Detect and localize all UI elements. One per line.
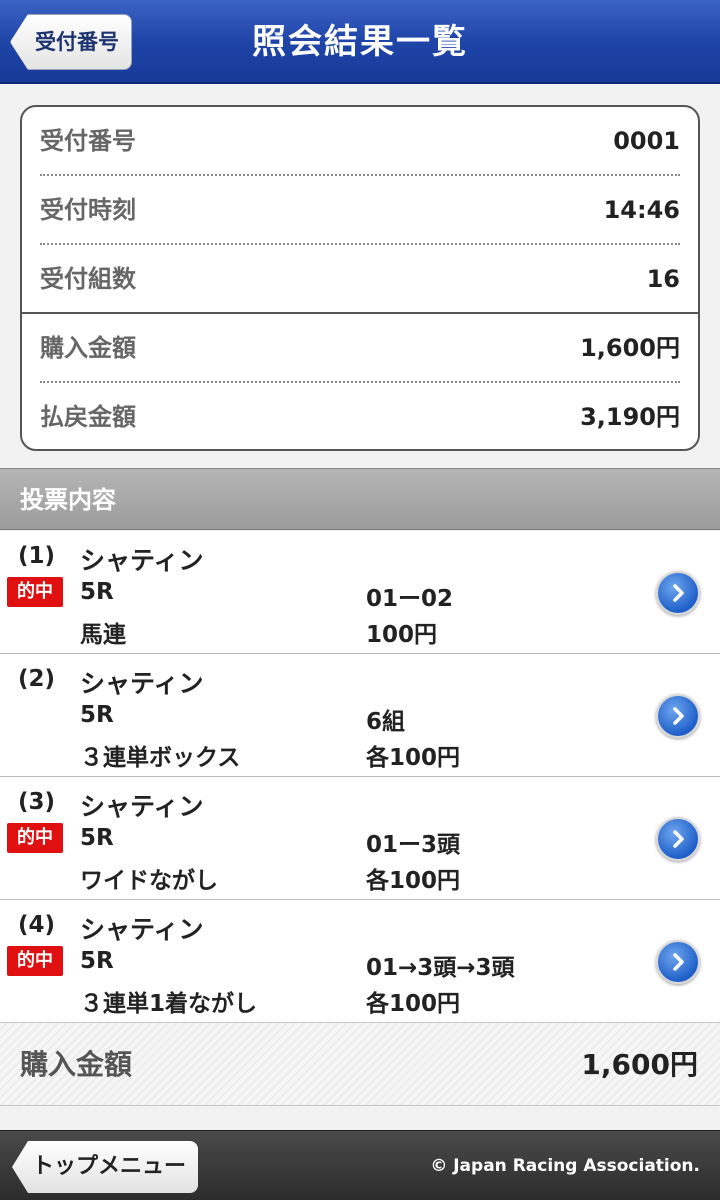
combination-count-row: 受付組数 16 bbox=[40, 245, 680, 313]
app-header: 照会結果一覧 受付番号 bbox=[0, 0, 720, 84]
bet-item-1[interactable]: (1) シャティン 的中 5R 馬連 01ー02 100円 bbox=[0, 531, 720, 654]
total-value: 1,600円 bbox=[581, 1048, 698, 1081]
payout-amount-value: 3,190円 bbox=[580, 403, 680, 431]
bet-item-4[interactable]: (4) シャティン 的中 5R ３連単1着ながし 01→3頭→3頭 各100円 bbox=[0, 900, 720, 1023]
back-button[interactable]: 受付番号 bbox=[10, 14, 132, 70]
bet-amount: 100円 bbox=[366, 622, 438, 648]
receipt-number-value: 0001 bbox=[613, 127, 680, 155]
purchase-amount-value: 1,600円 bbox=[580, 334, 680, 362]
bet-race: 5R bbox=[80, 825, 114, 851]
chevron-right-icon[interactable] bbox=[656, 694, 700, 738]
bet-number: (4) bbox=[18, 912, 56, 938]
receipt-time-label: 受付時刻 bbox=[40, 196, 136, 224]
bet-number: (1) bbox=[18, 543, 56, 569]
hit-badge: 的中 bbox=[7, 946, 63, 976]
bet-item-2[interactable]: (2) シャティン 5R ３連単ボックス 6組 各100円 bbox=[0, 654, 720, 777]
bet-race: 5R bbox=[80, 948, 114, 974]
bet-type: ワイドながし bbox=[80, 868, 218, 894]
top-menu-button[interactable]: トップメニュー bbox=[12, 1141, 198, 1193]
total-label: 購入金額 bbox=[20, 1048, 133, 1081]
footer-bar: トップメニュー © Japan Racing Association. bbox=[0, 1130, 720, 1200]
combination-count-label: 受付組数 bbox=[40, 265, 136, 293]
bet-amount: 各100円 bbox=[366, 868, 461, 894]
bet-venue: シャティン bbox=[80, 915, 204, 944]
bet-venue: シャティン bbox=[80, 546, 204, 575]
bet-number: (2) bbox=[18, 666, 56, 692]
purchase-amount-row: 購入金額 1,600円 bbox=[40, 314, 680, 382]
bet-venue: シャティン bbox=[80, 669, 204, 698]
bet-type: 馬連 bbox=[80, 622, 126, 648]
bet-number: (3) bbox=[18, 789, 56, 815]
payout-amount-label: 払戻金額 bbox=[40, 403, 136, 431]
chevron-right-icon[interactable] bbox=[656, 817, 700, 861]
hit-badge: 的中 bbox=[7, 823, 63, 853]
bet-amount: 各100円 bbox=[366, 991, 461, 1017]
bet-combination: 6組 bbox=[366, 709, 406, 735]
bet-combination: 01→3頭→3頭 bbox=[366, 955, 515, 981]
bet-item-3[interactable]: (3) シャティン 的中 5R ワイドながし 01ー3頭 各100円 bbox=[0, 777, 720, 900]
bet-venue: シャティン bbox=[80, 792, 204, 821]
purchase-amount-label: 購入金額 bbox=[40, 334, 136, 362]
bet-race: 5R bbox=[80, 579, 114, 605]
bet-race: 5R bbox=[80, 702, 114, 728]
chevron-right-icon[interactable] bbox=[656, 571, 700, 615]
bet-type: ３連単1着ながし bbox=[80, 991, 258, 1017]
bet-amount: 各100円 bbox=[366, 745, 461, 771]
receipt-number-row: 受付番号 0001 bbox=[40, 107, 680, 175]
receipt-number-label: 受付番号 bbox=[40, 127, 136, 155]
bet-type: ３連単ボックス bbox=[80, 745, 241, 771]
receipt-time-row: 受付時刻 14:46 bbox=[40, 176, 680, 244]
bet-combination: 01ー02 bbox=[366, 586, 454, 612]
chevron-right-icon[interactable] bbox=[656, 940, 700, 984]
copyright-text: © Japan Racing Association. bbox=[430, 1156, 700, 1176]
combination-count-value: 16 bbox=[646, 265, 680, 293]
hit-badge: 的中 bbox=[7, 577, 63, 607]
bet-combination: 01ー3頭 bbox=[366, 832, 461, 858]
receipt-time-value: 14:46 bbox=[603, 196, 680, 224]
payout-amount-row: 払戻金額 3,190円 bbox=[40, 383, 680, 449]
section-header-bet-contents: 投票内容 bbox=[0, 468, 720, 530]
total-purchase-bar: 購入金額 1,600円 bbox=[0, 1022, 720, 1106]
receipt-summary-card: 受付番号 0001 受付時刻 14:46 受付組数 16 購入金額 1,600円… bbox=[20, 105, 700, 451]
